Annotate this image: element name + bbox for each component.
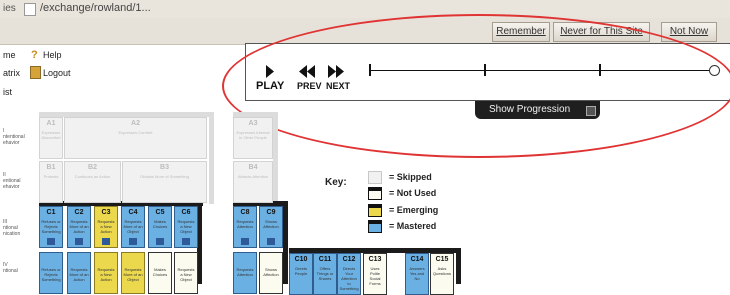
key-title: Key:: [325, 177, 347, 188]
help-link[interactable]: Help: [43, 50, 62, 60]
cell-c10[interactable]: C10 Greets People: [289, 253, 313, 295]
prev-label[interactable]: PREV: [297, 81, 322, 91]
cell-c3[interactable]: C3 Requests a New Action: [94, 206, 118, 248]
cell-c13[interactable]: C13 Uses Polite Social Forms: [363, 253, 387, 295]
progression-track[interactable]: [369, 70, 714, 71]
never-for-this-site-button[interactable]: Never for This Site: [553, 22, 650, 42]
block-edge: [283, 201, 288, 284]
address-bar-label: ies: [3, 3, 16, 14]
logout-link[interactable]: Logout: [43, 68, 71, 78]
cell-c8[interactable]: C8 Requests Attention: [233, 206, 257, 248]
cell-b1[interactable]: B1 Protests: [39, 161, 63, 203]
cell-b2[interactable]: B2 Continues an Action: [64, 161, 121, 203]
track-tick: [369, 64, 371, 76]
cell-c12[interactable]: C12 Directs Your Attention to Something: [337, 253, 361, 295]
progression-slider-handle[interactable]: [709, 65, 720, 76]
cell-d3[interactable]: Requests a New Action: [94, 252, 118, 294]
cell-c2[interactable]: C2 Requests More of an Action: [67, 206, 91, 248]
track-tick: [599, 64, 601, 76]
cell-c9[interactable]: C9 Shows Affection: [259, 206, 283, 248]
block-edge: [456, 248, 461, 284]
cell-a3[interactable]: A3 Expresses Interest in Other People: [233, 117, 273, 159]
close-icon[interactable]: [586, 106, 596, 116]
play-label[interactable]: PLAY: [256, 80, 284, 92]
key-not-used-label: = Not Used: [389, 188, 437, 198]
row-label-i: Intentional ehavior: [3, 128, 25, 146]
cell-c5[interactable]: C5 Makes Choices: [148, 206, 172, 248]
cell-c4[interactable]: C4 Requests More of an Object: [121, 206, 145, 248]
menu-fragment-3: ist: [3, 87, 12, 97]
row-label-ii: II entional ehavior: [3, 172, 21, 190]
previous-icon[interactable]: [299, 65, 316, 78]
cell-d1[interactable]: Refuses or Rejects Something: [39, 252, 63, 294]
key-emerging-swatch: [368, 204, 382, 217]
cell-d6[interactable]: Requests a New Object: [174, 252, 198, 294]
cell-d9[interactable]: Shows Affection: [259, 252, 283, 294]
cell-c6[interactable]: C6 Requests a New Object: [174, 206, 198, 248]
remember-button[interactable]: Remember: [492, 22, 550, 42]
cell-d8[interactable]: Requests Attention: [233, 252, 257, 294]
logout-icon: [30, 66, 41, 79]
cell-d4[interactable]: Requests More of an Object: [121, 252, 145, 294]
key-skipped-label: = Skipped: [389, 172, 432, 182]
key-skipped-swatch: [368, 171, 382, 184]
cell-c1[interactable]: C1 Refuses or Rejects Something: [39, 206, 63, 248]
play-icon[interactable]: [266, 65, 275, 78]
key-mastered-swatch: [368, 220, 382, 233]
menu-fragment-1: me: [3, 50, 16, 60]
cell-c11[interactable]: C11 Offers Things or Shares: [313, 253, 337, 295]
key-emerging-label: = Emerging: [389, 205, 439, 215]
cell-a2[interactable]: A2 Expresses Comfort: [64, 117, 207, 159]
track-tick: [484, 64, 486, 76]
svg-text:?: ?: [31, 49, 38, 60]
next-icon[interactable]: [328, 65, 345, 78]
row-label-iii: III ntional nication: [3, 219, 21, 237]
help-icon: ?: [31, 49, 38, 60]
key-mastered-label: = Mastered: [389, 221, 437, 231]
block-edge: [209, 112, 214, 204]
not-now-button[interactable]: Not Now: [661, 22, 717, 42]
page-icon: [24, 3, 36, 16]
key-not-used-swatch: [368, 187, 382, 200]
cell-c14[interactable]: C14 Answers Yes and No: [405, 253, 429, 295]
cell-a1[interactable]: A1 Expresses Discomfort: [39, 117, 63, 159]
cell-d2[interactable]: Requests More of an Action: [67, 252, 91, 294]
progression-player: [245, 43, 730, 101]
menu-fragment-2: atrix: [3, 68, 21, 78]
cell-c15[interactable]: C15 Asks Questions: [430, 253, 454, 295]
cell-d5[interactable]: Makes Choices: [148, 252, 172, 294]
show-progression-label[interactable]: Show Progression: [489, 104, 570, 115]
next-label[interactable]: NEXT: [326, 81, 350, 91]
row-label-iv: IV ntional: [3, 262, 18, 274]
url-text[interactable]: /exchange/rowland/1...: [40, 2, 151, 14]
cell-b4[interactable]: B4 Attracts Attention: [233, 161, 273, 203]
cell-b3[interactable]: B3 Obtains More of Something: [122, 161, 207, 203]
address-bar: ies /exchange/rowland/1...: [0, 0, 730, 19]
block-edge: [273, 112, 278, 204]
